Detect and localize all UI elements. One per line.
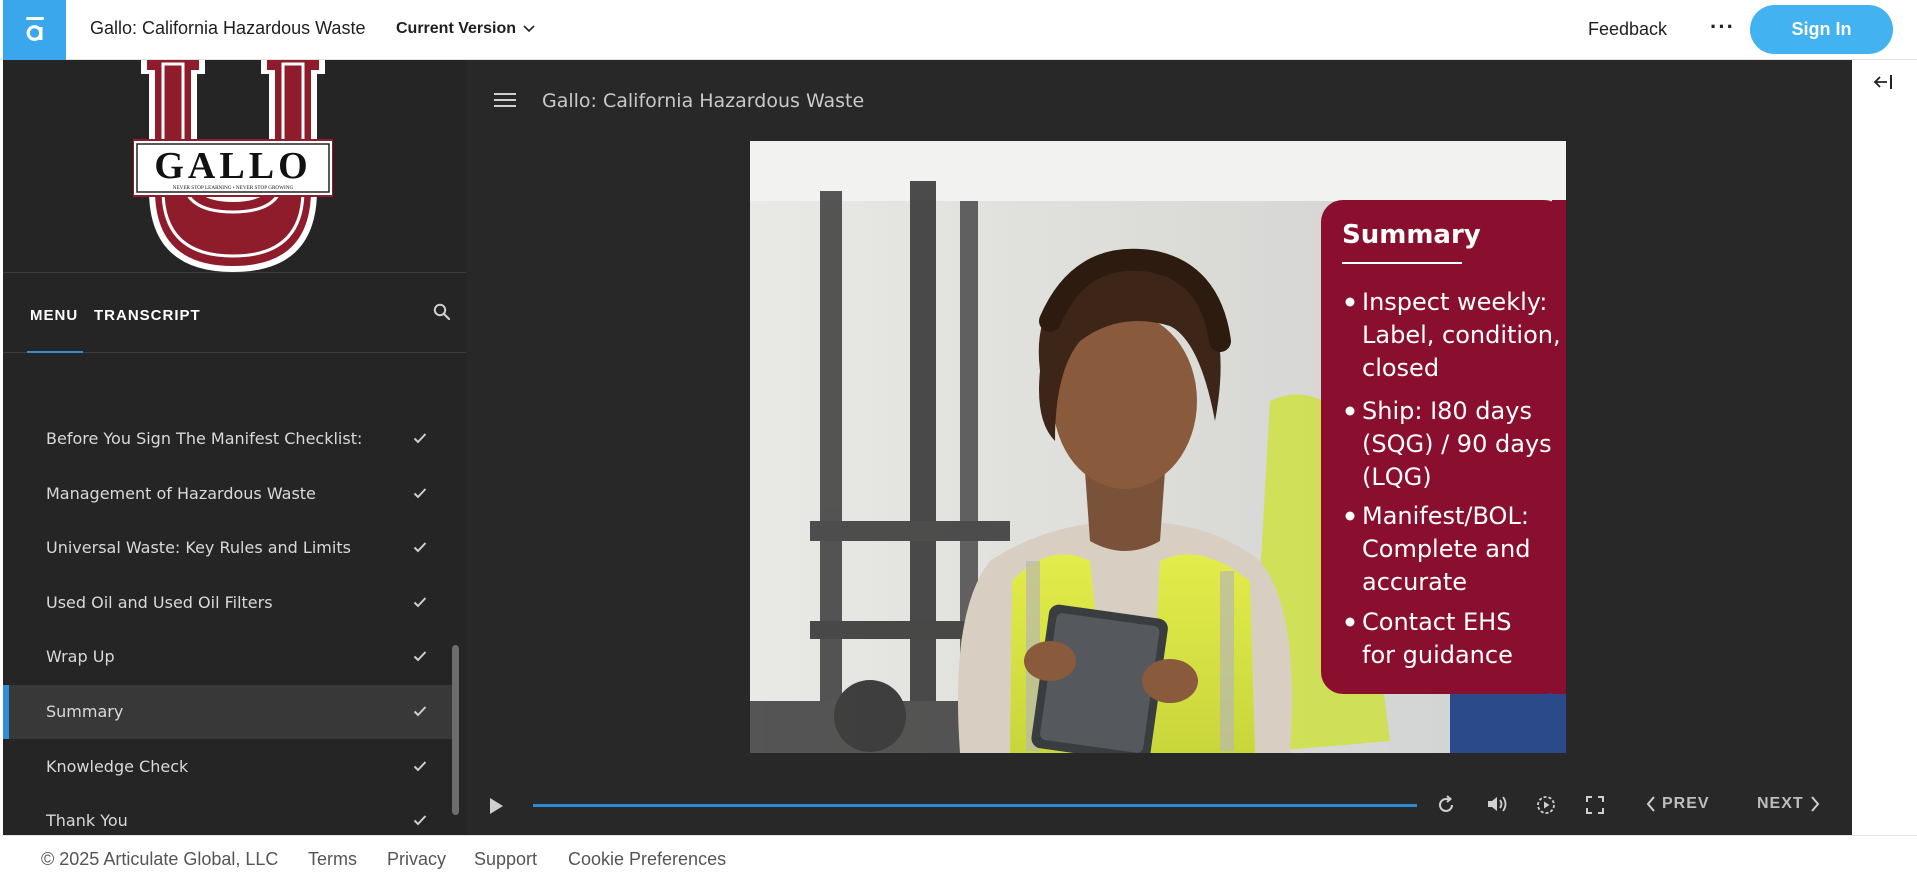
bullet-1-line-2: Label, condition, — [1362, 321, 1561, 349]
logo-wordmark: GALLO — [154, 145, 311, 187]
version-dropdown[interactable]: Current Version — [396, 20, 536, 38]
tab-transcript[interactable]: TRANSCRIPT — [94, 307, 201, 324]
sidebar-tabs: MENU TRANSCRIPT — [3, 273, 466, 353]
menu-item-label: Summary — [46, 701, 124, 721]
menu-item-label: Universal Waste: Key Rules and Limits — [46, 538, 351, 558]
next-button[interactable]: NEXT — [1757, 795, 1820, 813]
menu-item-label: Wrap Up — [46, 647, 115, 667]
chevron-right-icon — [1810, 796, 1819, 812]
prev-button[interactable]: PREV — [1646, 795, 1710, 813]
collapse-panel-icon[interactable] — [1874, 74, 1894, 90]
articulate-logo-icon[interactable] — [3, 0, 66, 60]
bullet-2-line-1: Ship: I80 days — [1362, 397, 1532, 425]
bullet-2-line-3: (LQG) — [1362, 463, 1432, 491]
hamburger-menu-icon[interactable] — [494, 92, 516, 108]
sidebar-scrollbar[interactable] — [452, 645, 459, 815]
footer-link-support[interactable]: Support — [474, 849, 537, 870]
feedback-button[interactable]: Feedback — [1588, 19, 1667, 40]
search-icon[interactable] — [433, 303, 451, 321]
gallo-u-logo: GALLO NEVER STOP LEARNING • NEVER STOP G… — [133, 60, 333, 272]
bullet-1-line-3: closed — [1362, 354, 1439, 382]
bullet-2-line-2: (SQG) / 90 days — [1362, 430, 1552, 458]
bullet-4-line-2: for guidance — [1362, 641, 1513, 669]
bullet-3-line-2: Complete and — [1362, 535, 1530, 563]
menu-item-thank-you[interactable]: Thank You — [3, 794, 453, 835]
lesson-menu-list: Before You Sign The Manifest Checklist: … — [3, 412, 453, 835]
right-rail — [1852, 60, 1917, 835]
menu-item-wrap-up[interactable]: Wrap Up — [3, 630, 453, 684]
playback-controls: PREV NEXT — [466, 765, 1852, 835]
bullet-3-line-1: Manifest/BOL: — [1362, 502, 1529, 530]
footer-link-terms[interactable]: Terms — [308, 849, 357, 870]
menu-item-label: Before You Sign The Manifest Checklist: — [46, 429, 363, 448]
copyright-text: © 2025 Articulate Global, LLC — [41, 849, 279, 869]
course-sidebar: GALLO NEVER STOP LEARNING • NEVER STOP G… — [3, 60, 466, 835]
menu-item-management[interactable]: Management of Hazardous Waste — [3, 467, 453, 521]
menu-item-knowledge-check[interactable]: Knowledge Check — [3, 740, 453, 794]
next-label: NEXT — [1757, 795, 1804, 812]
top-bar: Gallo: California Hazardous Waste Curren… — [0, 0, 1917, 60]
lesson-title: Gallo: California Hazardous Waste — [542, 90, 865, 112]
site-footer: © 2025 Articulate Global, LLC Terms Priv… — [0, 835, 1917, 881]
slide-summary: Summary Inspect weekly: Label, condition… — [750, 141, 1566, 753]
progress-bar[interactable] — [533, 804, 1417, 807]
tab-menu[interactable]: MENU — [30, 307, 78, 324]
menu-item-label: Knowledge Check — [46, 756, 189, 776]
replay-icon[interactable] — [1436, 795, 1456, 815]
course-title: Gallo: California Hazardous Waste — [90, 18, 366, 38]
logo-tagline: NEVER STOP LEARNING • NEVER STOP GROWING — [173, 185, 294, 191]
checkmark-icon — [413, 597, 427, 608]
checkmark-icon — [413, 542, 427, 553]
checkmark-icon — [413, 487, 427, 499]
bullet-4-line-1: Contact EHS — [1362, 608, 1511, 636]
menu-item-label: Thank You — [46, 811, 128, 831]
menu-item-summary[interactable]: Summary — [3, 684, 453, 739]
active-tab-indicator — [27, 351, 83, 353]
prev-label: PREV — [1662, 795, 1710, 812]
checkmark-icon — [413, 706, 427, 717]
menu-item-label: Management of Hazardous Waste — [46, 483, 316, 503]
checkmark-icon — [413, 760, 427, 771]
checkmark-icon — [413, 433, 427, 444]
footer-link-privacy[interactable]: Privacy — [387, 849, 446, 870]
more-options-button[interactable]: ··· — [1710, 14, 1735, 40]
play-icon[interactable] — [488, 797, 504, 815]
slide-heading: Summary — [1342, 220, 1481, 250]
sign-in-button[interactable]: Sign In — [1750, 5, 1893, 54]
chevron-down-icon — [523, 25, 535, 33]
fullscreen-icon[interactable] — [1586, 796, 1604, 814]
menu-item-before-you-sign[interactable]: Before You Sign The Manifest Checklist: — [3, 412, 453, 466]
bullet-3-line-3: accurate — [1362, 568, 1467, 596]
menu-item-label: Used Oil and Used Oil Filters — [46, 592, 273, 612]
footer-link-cookie-preferences[interactable]: Cookie Preferences — [568, 849, 726, 870]
playback-speed-icon[interactable] — [1536, 795, 1556, 815]
chevron-left-icon — [1646, 796, 1655, 812]
bullet-1-line-1: Inspect weekly: — [1362, 288, 1547, 316]
lesson-player: Gallo: California Hazardous Waste Summar… — [466, 60, 1852, 835]
version-label: Current Version — [396, 20, 517, 37]
checkmark-icon — [413, 815, 427, 826]
volume-icon[interactable] — [1486, 795, 1508, 813]
menu-item-used-oil[interactable]: Used Oil and Used Oil Filters — [3, 576, 453, 630]
menu-item-universal-waste[interactable]: Universal Waste: Key Rules and Limits — [3, 521, 453, 575]
checkmark-icon — [413, 651, 427, 662]
